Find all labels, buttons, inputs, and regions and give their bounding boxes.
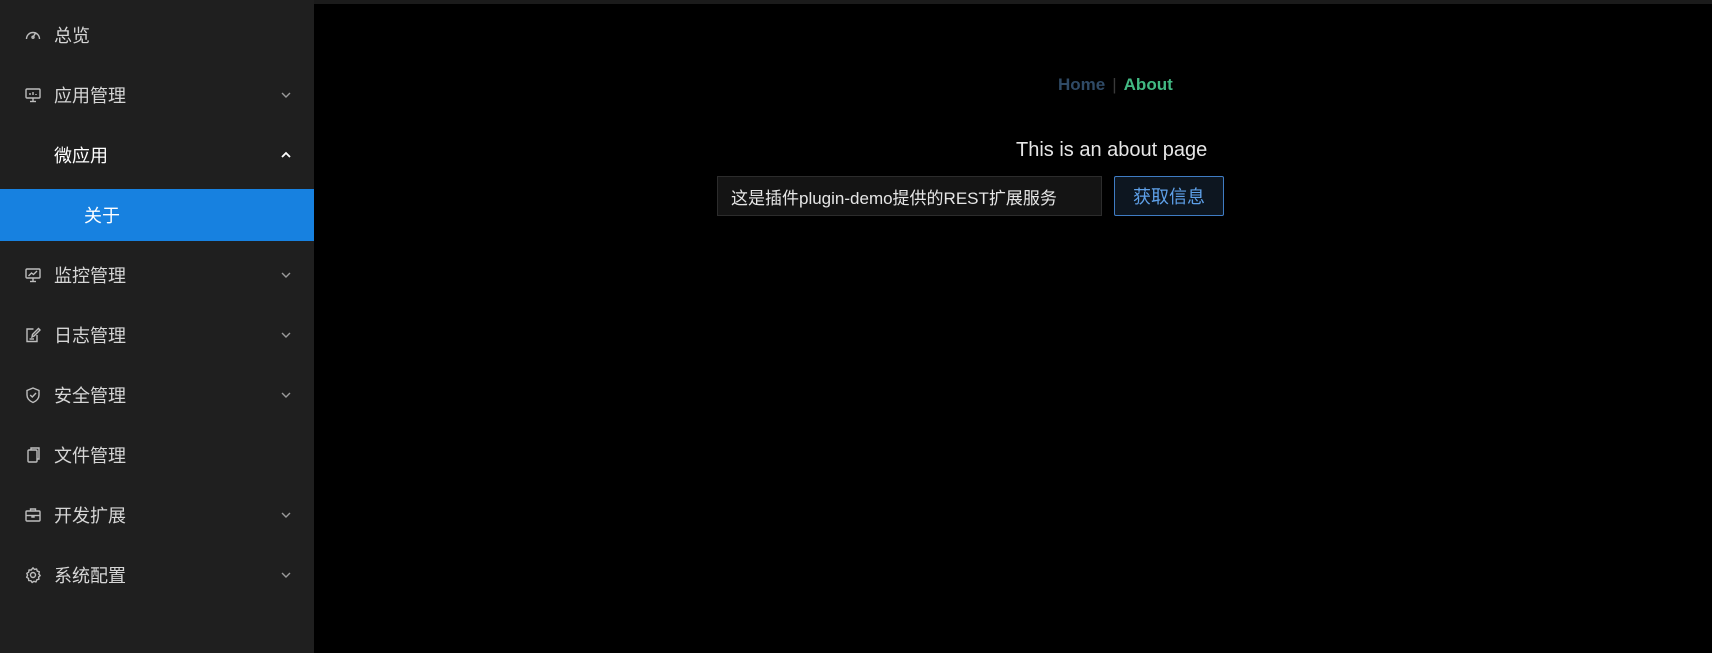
nav-link-home[interactable]: Home (1058, 75, 1105, 95)
chevron-down-icon (280, 269, 292, 281)
monitor-icon (24, 86, 42, 104)
sidebar-item-label: 应用管理 (54, 86, 126, 106)
shield-icon (24, 386, 42, 404)
sidebar-item-label: 关于 (84, 206, 120, 226)
sidebar-item-system-config[interactable]: 系统配置 (0, 549, 314, 601)
sidebar-item-files[interactable]: 文件管理 (0, 429, 314, 481)
sidebar-item-label: 日志管理 (54, 326, 126, 346)
nav-separator: | (1112, 75, 1117, 94)
briefcase-icon (24, 506, 42, 524)
gear-icon (24, 566, 42, 584)
chevron-up-icon (280, 149, 292, 161)
sidebar-item-label: 总览 (54, 26, 90, 46)
edit-document-icon (24, 326, 42, 344)
sidebar-item-label: 文件管理 (54, 446, 126, 466)
sidebar-item-app-management[interactable]: 应用管理 (0, 69, 314, 121)
fetch-info-button[interactable]: 获取信息 (1114, 176, 1224, 216)
sidebar-item-label: 监控管理 (54, 266, 126, 286)
sidebar-item-dev-extension[interactable]: 开发扩展 (0, 489, 314, 541)
chevron-down-icon (280, 509, 292, 521)
nav-link-about[interactable]: About (1124, 75, 1173, 95)
sidebar-item-overview[interactable]: 总览 (0, 9, 314, 61)
chevron-down-icon (280, 569, 292, 581)
sidebar-item-security[interactable]: 安全管理 (0, 369, 314, 421)
sidebar-item-logs[interactable]: 日志管理 (0, 309, 314, 361)
chevron-down-icon (280, 389, 292, 401)
info-input[interactable] (717, 176, 1102, 216)
sidebar-item-micro-app[interactable]: 微应用 (0, 129, 314, 181)
chart-monitor-icon (24, 266, 42, 284)
top-bar (314, 0, 1712, 4)
dashboard-icon (24, 26, 42, 44)
chevron-down-icon (280, 329, 292, 341)
sidebar-item-label: 微应用 (54, 146, 108, 166)
sidebar-item-label: 安全管理 (54, 386, 126, 406)
page-heading: This is an about page (1016, 139, 1208, 161)
files-icon (24, 446, 42, 464)
sidebar-item-label: 系统配置 (54, 566, 126, 586)
sidebar-item-about[interactable]: 关于 (0, 189, 314, 241)
chevron-down-icon (280, 89, 292, 101)
sidebar-item-label: 开发扩展 (54, 506, 126, 526)
sidebar-item-monitoring[interactable]: 监控管理 (0, 249, 314, 301)
sidebar: 总览 应用管理 微应用 关于 监控管理 日志管理 安全管理 文件管理 开发扩展 … (0, 0, 314, 653)
router-nav: Home | About (1058, 75, 1173, 95)
